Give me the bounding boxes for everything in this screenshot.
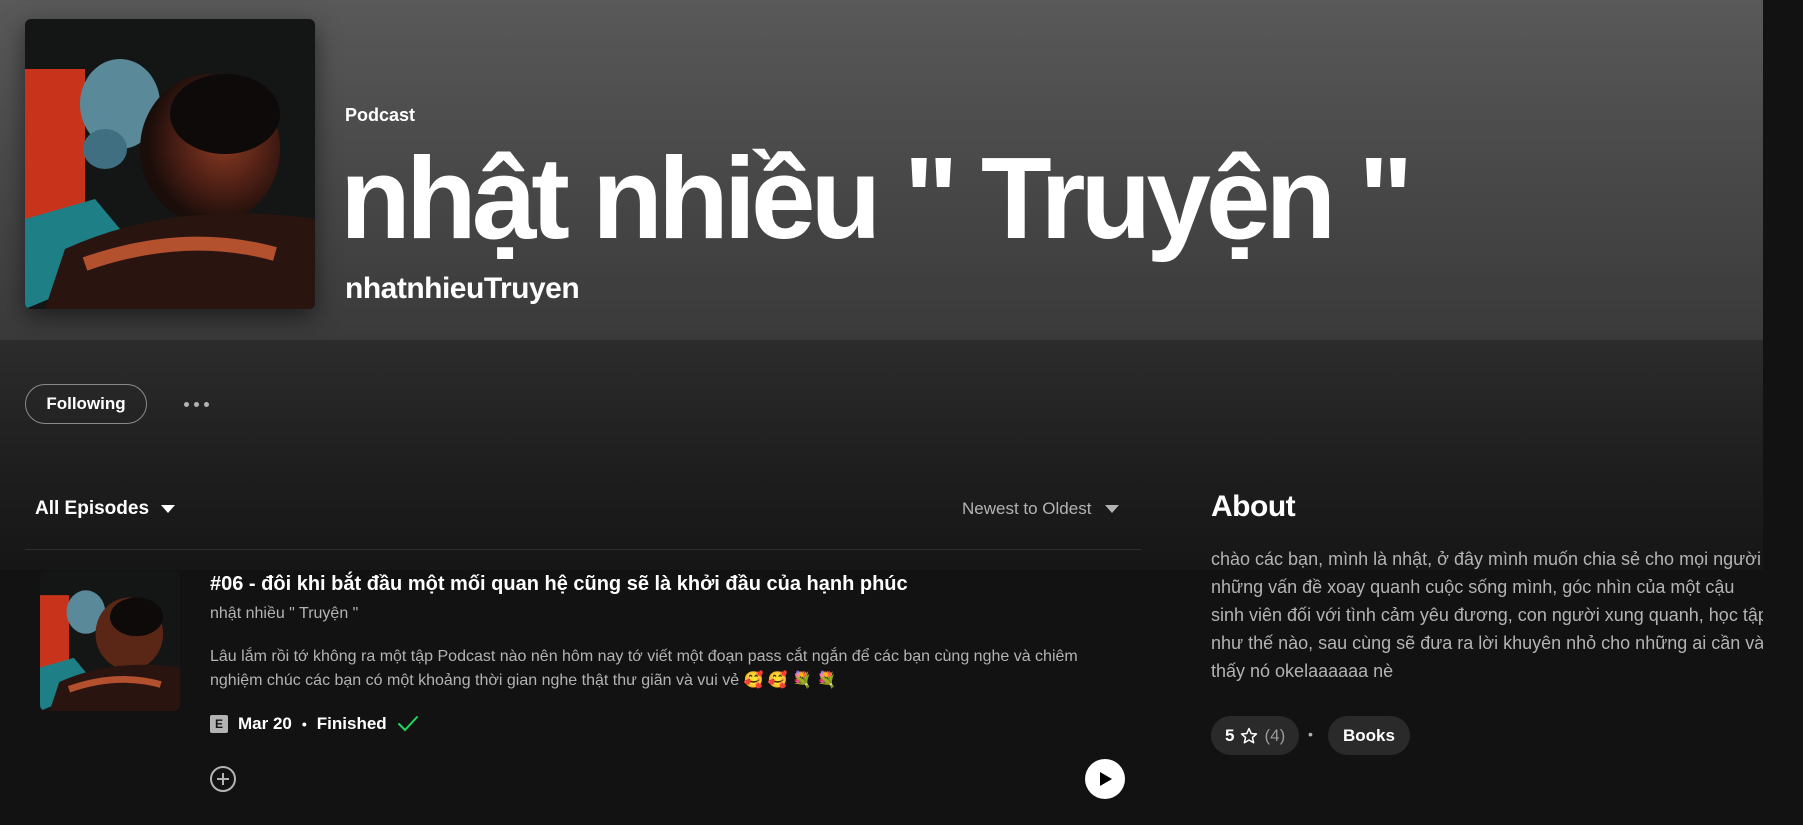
filter-label: All Episodes [35, 498, 150, 519]
episode-date: Mar 20 [238, 714, 292, 733]
podcast-page: Podcast nhật nhiều " Truyện " nhatnhieuT… [0, 0, 1803, 825]
about-description: chào các bạn, mình là nhật, ở đây mình m… [1211, 549, 1768, 681]
more-dot [193, 401, 199, 407]
check-icon [397, 716, 418, 732]
star-icon [1241, 727, 1258, 743]
following-button[interactable]: Following [25, 384, 147, 424]
about-heading: About [1211, 490, 1296, 523]
episode-title[interactable]: #06 - đôi khi bắt đầu một mối quan hệ cũ… [210, 573, 908, 596]
divider [25, 549, 1141, 550]
episode-status: Finished [316, 714, 387, 733]
play-button[interactable] [1085, 759, 1125, 799]
podcast-title: nhật nhiều " Truyện " [340, 133, 1413, 263]
play-icon [1100, 772, 1112, 786]
episode-filter-dropdown[interactable]: All Episodes [35, 498, 176, 520]
caret-down-icon [161, 505, 176, 513]
caret-down-icon [1105, 505, 1120, 513]
rating-badge[interactable]: 5 (4) [1211, 716, 1300, 755]
episode-row[interactable]: #06 - đôi khi bắt đầu một mối quan hệ cũ… [25, 560, 1141, 825]
sort-label: Newest to Oldest [962, 499, 1092, 518]
content-type-label: Podcast [345, 105, 416, 125]
header-gradient [0, 340, 1803, 570]
rating-count: (4) [1264, 725, 1286, 745]
more-dot [203, 401, 209, 407]
podcast-header: Podcast nhật nhiều " Truyện " nhatnhieuT… [0, 0, 1803, 340]
scrollbar[interactable] [1763, 0, 1803, 825]
episode-show-name[interactable]: nhật nhiều " Truyện " [210, 605, 358, 623]
rating-value: 5 [1225, 725, 1235, 745]
podcast-author[interactable]: nhatnhieuTruyen [345, 272, 580, 306]
episode-description: Lâu lắm rồi tớ không ra một tập Podcast … [210, 648, 1078, 689]
meta-separator: • [301, 716, 307, 732]
podcast-cover-image [25, 19, 315, 309]
more-options-button[interactable] [176, 392, 216, 416]
sort-dropdown[interactable]: Newest to Oldest [962, 499, 1120, 519]
more-options-icon [183, 401, 189, 407]
explicit-badge: E [210, 715, 228, 733]
episode-thumbnail [40, 571, 180, 711]
add-circle-icon[interactable] [208, 764, 238, 794]
episode-meta: E Mar 20 • Finished [210, 714, 419, 734]
category-badge[interactable]: Books [1328, 716, 1410, 755]
about-separator: • [1308, 726, 1313, 742]
